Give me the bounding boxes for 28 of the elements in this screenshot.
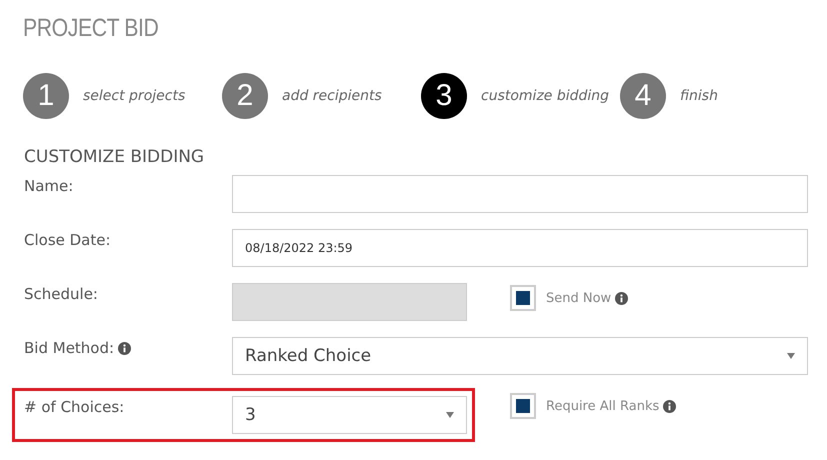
field-label: Bid Method: bbox=[24, 339, 114, 357]
field-label: Close Date: bbox=[24, 231, 111, 249]
step-label: add recipients bbox=[282, 88, 382, 104]
caret-icon bbox=[787, 353, 795, 359]
info-icon[interactable] bbox=[663, 400, 676, 412]
caret-icon bbox=[446, 412, 454, 418]
step-label: customize bidding bbox=[481, 88, 610, 104]
dropdown[interactable]: 3 bbox=[232, 396, 467, 434]
field-label: Name: bbox=[24, 177, 74, 195]
step-number[interactable]: 4 bbox=[620, 73, 666, 119]
field-label: Schedule: bbox=[24, 285, 98, 303]
checkbox-label: Send Now bbox=[546, 290, 612, 306]
checkbox[interactable] bbox=[510, 393, 536, 419]
checkbox-label: Require All Ranks bbox=[546, 398, 660, 414]
info-icon[interactable] bbox=[118, 342, 132, 354]
checkbox[interactable] bbox=[510, 285, 536, 311]
info-icon[interactable] bbox=[615, 292, 628, 304]
input-field[interactable]: 08/18/2022 23:59 bbox=[232, 229, 808, 267]
step-label: finish bbox=[680, 88, 718, 104]
input-field[interactable] bbox=[232, 175, 808, 213]
section-title: CUSTOMIZE BIDDING bbox=[24, 147, 206, 167]
step-number[interactable]: 3 bbox=[421, 73, 467, 119]
step-label: select projects bbox=[83, 88, 186, 104]
step-number[interactable]: 2 bbox=[222, 73, 268, 119]
step-number[interactable]: 1 bbox=[23, 73, 69, 119]
page-title: PROJECT BID bbox=[23, 14, 160, 43]
field-label: # of Choices: bbox=[24, 398, 124, 416]
dropdown[interactable]: Ranked Choice bbox=[232, 337, 808, 375]
